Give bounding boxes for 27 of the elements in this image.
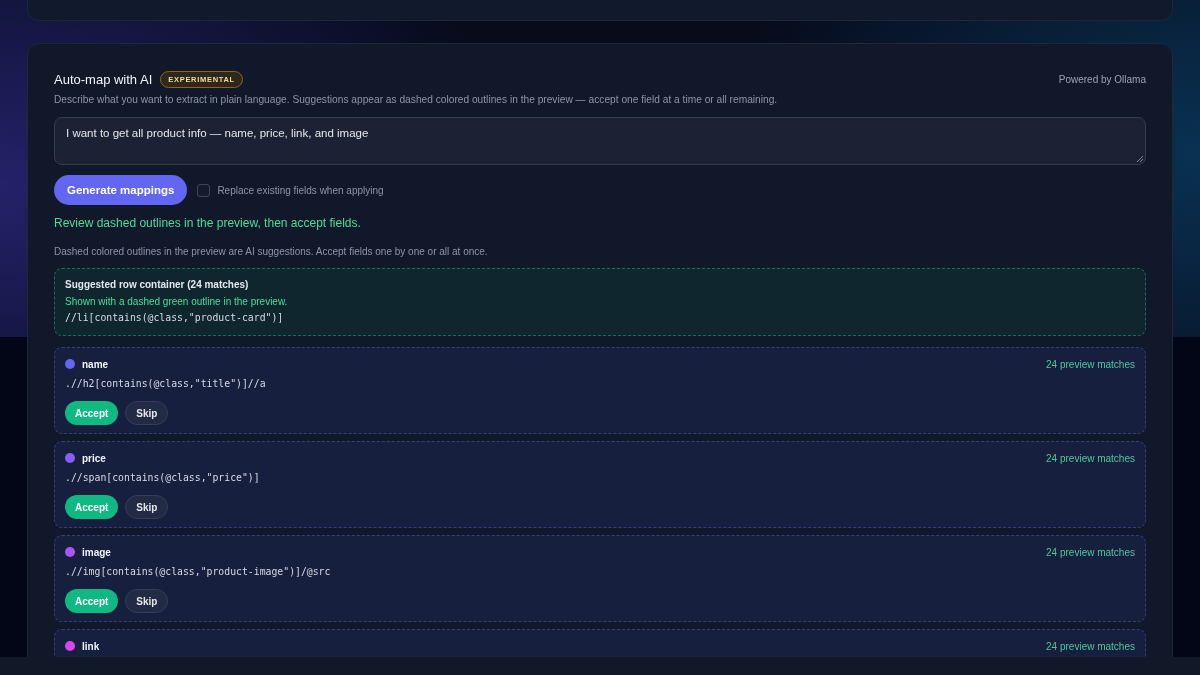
skip-button[interactable]: Skip	[125, 401, 169, 425]
generate-button[interactable]: Generate mappings	[54, 175, 188, 205]
xpath-text: //li[contains(@class,"product-card")]	[65, 311, 285, 325]
skip-button[interactable]: Skip	[125, 589, 169, 613]
match-count: 24 preview matches	[1046, 452, 1135, 464]
suggestion-title: Suggested row container (24 matches)	[65, 278, 250, 292]
replace-option-label: Replace existing fields when applying	[217, 184, 384, 196]
powered-by-text: Powered by Ollama	[1058, 73, 1146, 85]
field-name: link	[82, 640, 100, 652]
field-name: image	[82, 546, 111, 558]
xpath-text: .//span[contains(@class,"price")]	[65, 471, 261, 485]
field-name: price	[82, 452, 106, 464]
match-count: 24 preview matches	[1046, 640, 1135, 652]
hint-text: Dashed colored outlines in the preview are AI suggestions. Accept fields one by one or all at once.	[54, 246, 489, 258]
skip-button[interactable]: Skip	[125, 495, 169, 519]
prompt-field[interactable]: I want to get all product info — name, price, link, and image	[54, 117, 1146, 165]
description-text: Describe what you want to extract in plain language. Suggestions appear as dashed colored outlines in the preview — accept one field at a time or all remaining.	[54, 93, 779, 107]
status-message: Review dashed outlines in the preview, then accept fields.	[54, 215, 362, 231]
match-count: 24 preview matches	[1046, 546, 1135, 558]
match-count: 24 preview matches	[1046, 358, 1135, 370]
replace-checkbox[interactable]	[197, 183, 211, 197]
resize-handle-icon[interactable]	[1136, 155, 1143, 162]
xpath-text: .//h2[contains(@class,"title")]//a	[65, 377, 267, 391]
field-name: name	[82, 358, 109, 370]
suggestion-note: Shown with a dashed green outline in the preview.	[65, 295, 289, 309]
xpath-text: .//img[contains(@class,"product-image")]/@src	[65, 565, 332, 579]
section-title: Auto-map with AI	[54, 71, 153, 87]
